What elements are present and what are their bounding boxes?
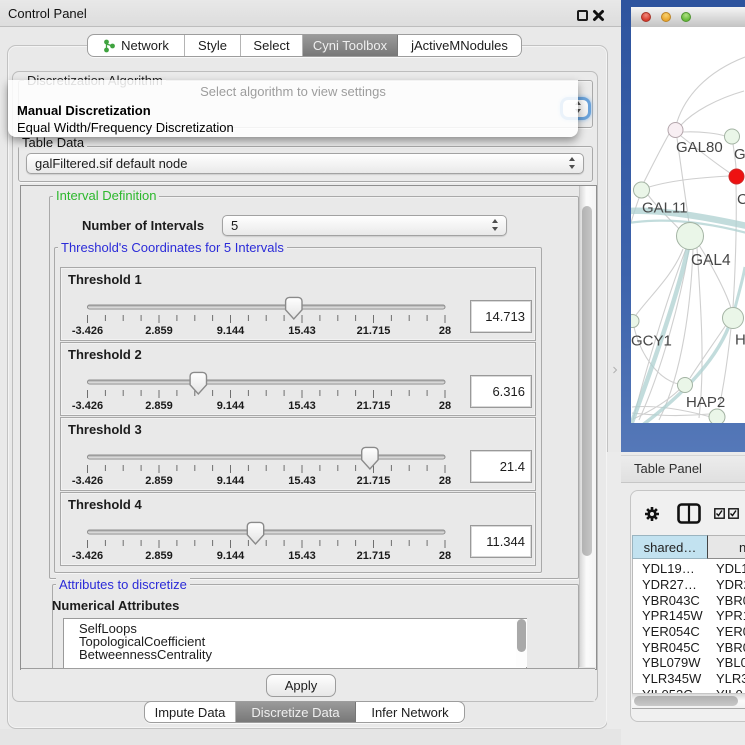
svg-text:21.715: 21.715 [357, 400, 391, 412]
svg-text:21.715: 21.715 [357, 325, 391, 337]
svg-text:GAL80: GAL80 [676, 139, 723, 156]
svg-text:28: 28 [439, 475, 451, 487]
svg-text:H: H [735, 332, 745, 349]
svg-text:15.43: 15.43 [288, 400, 316, 412]
svg-text:9.144: 9.144 [217, 475, 245, 487]
svg-text:-3.426: -3.426 [72, 550, 103, 562]
svg-text:21.715: 21.715 [357, 550, 391, 562]
svg-text:15.43: 15.43 [288, 550, 316, 562]
svg-text:2.859: 2.859 [145, 325, 173, 337]
svg-text:28: 28 [439, 325, 451, 337]
svg-text:C: C [737, 191, 745, 208]
svg-text:28: 28 [439, 400, 451, 412]
svg-text:GAL4: GAL4 [691, 252, 731, 269]
svg-text:28: 28 [439, 550, 451, 562]
svg-text:9.144: 9.144 [217, 550, 245, 562]
svg-text:9.144: 9.144 [217, 325, 245, 337]
svg-text:15.43: 15.43 [288, 325, 316, 337]
svg-text:2.859: 2.859 [145, 475, 173, 487]
svg-text:GAL: GAL [734, 146, 745, 163]
svg-text:2.859: 2.859 [145, 550, 173, 562]
svg-text:-3.426: -3.426 [72, 475, 103, 487]
svg-text:21.715: 21.715 [357, 475, 391, 487]
svg-text:HAP2: HAP2 [686, 394, 725, 411]
svg-text:-3.426: -3.426 [72, 325, 103, 337]
svg-text:2.859: 2.859 [145, 400, 173, 412]
svg-text:GCY1: GCY1 [631, 333, 672, 350]
svg-text:-3.426: -3.426 [72, 400, 103, 412]
svg-text:9.144: 9.144 [217, 400, 245, 412]
svg-text:GAL11: GAL11 [642, 200, 688, 217]
svg-text:15.43: 15.43 [288, 475, 316, 487]
